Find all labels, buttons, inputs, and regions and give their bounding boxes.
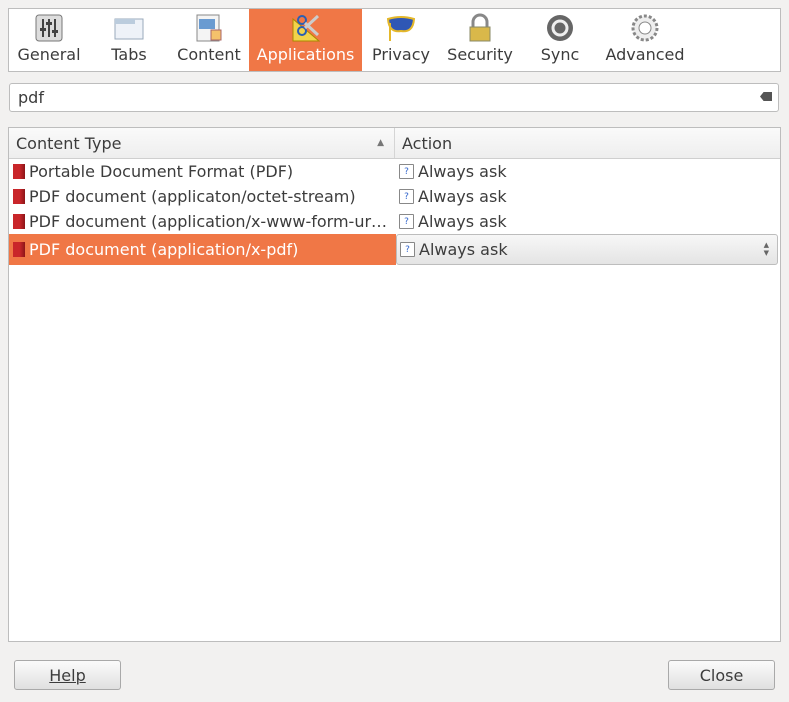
column-header-action[interactable]: Action [395,128,452,158]
action: Always ask [418,212,507,231]
close-button[interactable]: Close [668,660,775,690]
ask-icon: ? [399,164,414,179]
tab-label: General [17,45,81,64]
header-label: Content Type [16,133,122,153]
content-type: PDF document (application/x-www-form-ur… [29,212,388,231]
column-header-content-type[interactable]: Content Type ▲ [9,128,395,158]
content-type: PDF document (application/x-pdf) [29,240,299,259]
content-page-icon [194,13,224,43]
spinner-arrows-icon: ▲ ▼ [763,241,769,257]
header-label: Action [402,133,453,153]
search-value: pdf [18,88,44,107]
tab-label: Advanced [605,45,685,64]
pdf-icon [13,164,25,179]
ask-icon: ? [399,214,414,229]
action: Always ask [418,187,507,206]
sync-icon [545,13,575,43]
pdf-icon [13,242,25,257]
tab-label: Sync [540,45,580,64]
help-label: Help [49,665,86,685]
tabs-window-icon [114,13,144,43]
table-row-selected[interactable]: PDF document (application/x-pdf)? Always … [9,234,780,265]
tab-sync[interactable]: Sync [520,9,600,71]
table-row[interactable]: PDF document (applicaton/octet-stream)? A… [9,184,780,209]
tab-label: Applications [256,45,355,64]
padlock-icon [465,13,495,43]
close-label: Close [699,665,744,685]
tab-applications[interactable]: Applications [249,9,362,71]
gear-icon [630,13,660,43]
sliders-icon [34,13,64,43]
sort-ascending-icon: ▲ [377,138,384,148]
tab-label: Security [447,45,513,64]
table-row[interactable]: PDF document (application/x-www-form-ur…… [9,209,780,234]
action-dropdown[interactable]: ? Always ask ▲ ▼ [396,234,778,265]
tab-label: Privacy [372,45,430,64]
content-type-table: Content Type ▲ Action Portable Document F… [8,127,781,642]
clear-search-icon[interactable] [760,92,772,101]
help-button[interactable]: Help [14,660,121,690]
tab-advanced[interactable]: Advanced [600,9,690,71]
search-input[interactable]: pdf [9,83,779,112]
ask-icon: ? [400,242,415,257]
ask-icon: ? [399,189,414,204]
tab-privacy[interactable]: Privacy [362,9,440,71]
mask-icon [386,13,416,43]
pdf-icon [13,214,25,229]
tab-tabs[interactable]: Tabs [89,9,169,71]
tab-label: Content [177,45,241,64]
content-type: PDF document (applicaton/octet-stream) [29,187,356,206]
content-type: Portable Document Format (PDF) [29,162,294,181]
tab-label: Tabs [111,45,147,64]
action: Always ask [419,240,508,259]
preferences-toolbar: General Tabs Content Applications Privac… [8,8,781,72]
scissors-ruler-icon [291,13,321,43]
table-row[interactable]: Portable Document Format (PDF)? Always as… [9,159,780,184]
tab-security[interactable]: Security [440,9,520,71]
action: Always ask [418,162,507,181]
pdf-icon [13,189,25,204]
tab-general[interactable]: General [9,9,89,71]
tab-content[interactable]: Content [169,9,249,71]
